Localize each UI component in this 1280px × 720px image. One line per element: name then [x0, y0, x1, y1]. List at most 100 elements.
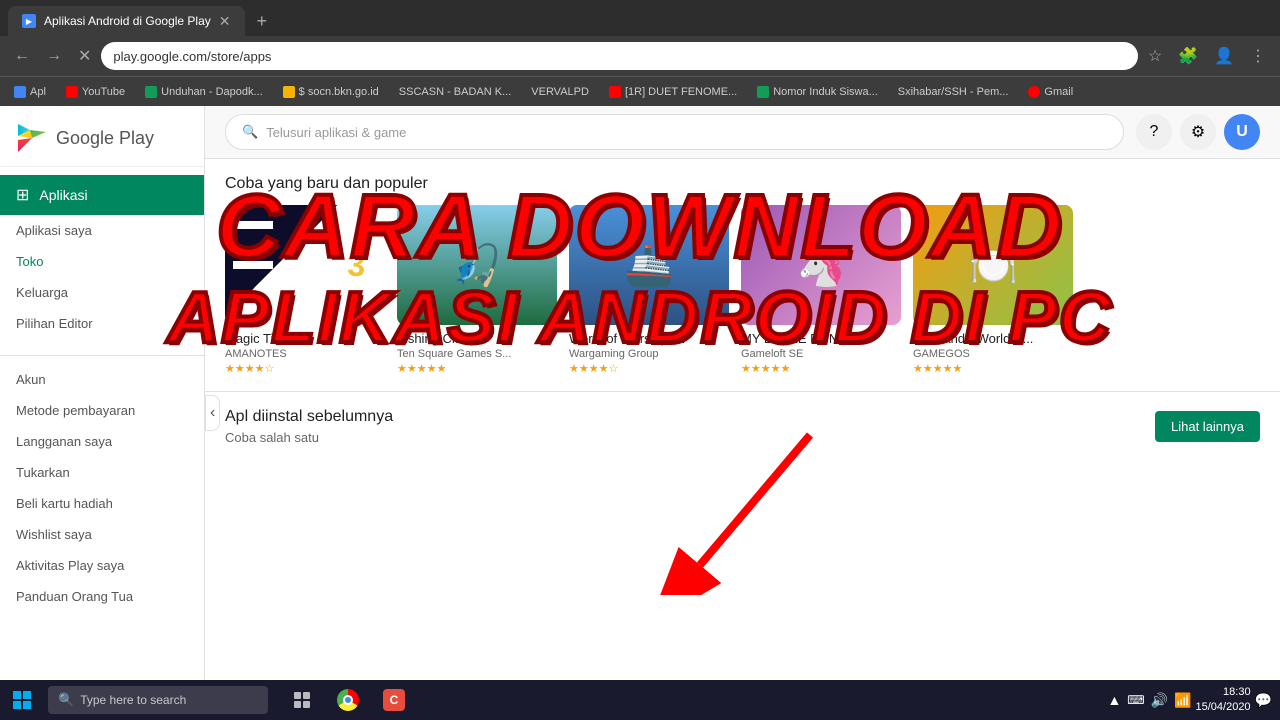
sidebar-toko-label: Toko — [16, 254, 43, 269]
sidebar-beli[interactable]: Beli kartu hadiah — [0, 488, 204, 519]
app-icon-cafeland: 🍽️ — [913, 205, 1073, 325]
app-stars-warships: ★★★★☆ — [569, 362, 729, 375]
extension-icon[interactable]: 🧩 — [1172, 42, 1204, 70]
app-dev-magic: AMANOTES — [225, 348, 385, 360]
header-actions: ? ⚙ U — [1136, 114, 1260, 150]
browser-tab[interactable]: ▶ Aplikasi Android di Google Play ✕ — [8, 6, 245, 36]
sidebar-divider — [0, 355, 204, 356]
apps-row: 3 Magic Tiles 3 AMANOTES ★★★★☆ 🎣 Fishing… — [225, 205, 1260, 375]
sidebar-item-aplikasi[interactable]: ⊞ Aplikasi — [0, 175, 204, 215]
bookmark-sscasn-label: SSCASN - BADAN K... — [399, 86, 511, 98]
help-button[interactable]: ? — [1136, 114, 1172, 150]
speaker-icon: 🔊 — [1151, 692, 1168, 709]
address-text: play.google.com/store/apps — [113, 49, 271, 64]
app-card-magic-tiles[interactable]: 3 Magic Tiles 3 AMANOTES ★★★★☆ — [225, 205, 385, 375]
app3-icon: C — [383, 689, 405, 711]
app-name-pony: MY LITTLE PONY... — [741, 331, 901, 346]
forward-button[interactable]: → — [40, 43, 68, 69]
time-display[interactable]: 18:30 15/04/2020 — [1196, 685, 1251, 716]
bookmark-sscasn[interactable]: SSCASN - BADAN K... — [393, 84, 517, 100]
sidebar-item-label: Aplikasi saya — [16, 223, 92, 238]
bookmark-favicon-u — [145, 86, 157, 98]
app-card-pony[interactable]: 🦄 MY LITTLE PONY... Gameloft SE ★★★★★ — [741, 205, 901, 375]
network-icon: ▲ — [1107, 692, 1121, 708]
reload-button[interactable]: ✕ — [72, 42, 97, 70]
bookmark-gmail[interactable]: Gmail — [1022, 84, 1079, 100]
sidebar-akun[interactable]: Akun — [0, 364, 204, 395]
previously-section: Apl diinstal sebelumnya Coba salah satu … — [205, 391, 1280, 461]
taskbar-search-icon: 🔍 — [58, 692, 74, 708]
notification-icon[interactable]: 💬 — [1255, 692, 1272, 709]
previously-sub: Coba salah satu — [225, 430, 393, 445]
tab-bar: ▶ Aplikasi Android di Google Play ✕ + — [0, 0, 1280, 36]
sidebar-item-toko[interactable]: Toko — [0, 246, 204, 277]
menu-icon[interactable]: ⋮ — [1244, 42, 1272, 70]
settings-button[interactable]: ⚙ — [1180, 114, 1216, 150]
bookmark-nomor-label: Nomor Induk Siswa... — [773, 86, 878, 98]
date-text: 15/04/2020 — [1196, 700, 1251, 715]
taskbar-app3[interactable]: C — [372, 680, 416, 720]
bookmark-yt-label: YouTube — [82, 86, 125, 98]
bookmark-unduhan[interactable]: Unduhan - Dapodk... — [139, 84, 269, 100]
sidebar-item-aplikasi-saya[interactable]: Aplikasi saya — [0, 215, 204, 246]
tab-close-button[interactable]: ✕ — [219, 13, 231, 30]
google-play-logo — [16, 122, 48, 154]
bookmark-ssh-label: Sxihabar/SSH - Pem... — [898, 86, 1009, 98]
bookmark-duet[interactable]: [1R] DUET FENOME... — [603, 84, 743, 100]
bookmark-icon[interactable]: ☆ — [1142, 42, 1168, 70]
taskbar-task-view[interactable] — [280, 680, 324, 720]
sidebar-account-section: Akun Metode pembayaran Langganan saya Tu… — [0, 364, 204, 612]
previously-title: Apl diinstal sebelumnya — [225, 408, 393, 426]
new-tab-button[interactable]: + — [249, 7, 276, 36]
sidebar-expand-button[interactable]: ‹ — [205, 395, 220, 431]
bookmark-label: Apl — [30, 86, 46, 98]
bookmark-ssh[interactable]: Sxihabar/SSH - Pem... — [892, 84, 1015, 100]
bookmark-verval-label: VERVALPD — [531, 86, 589, 98]
start-button[interactable] — [0, 680, 44, 720]
address-bar[interactable]: play.google.com/store/apps — [101, 42, 1137, 70]
sidebar-wishlist[interactable]: Wishlist saya — [0, 519, 204, 550]
bookmark-b-label: $ socn.bkn.go.id — [299, 86, 379, 98]
bookmark-bkn[interactable]: $ socn.bkn.go.id — [277, 84, 385, 100]
bookmark-youtube[interactable]: YouTube — [60, 84, 131, 100]
bookmark-favicon-n — [757, 86, 769, 98]
app-card-fishing[interactable]: 🎣 Fishing Clash Ten Square Games S... ★★… — [397, 205, 557, 375]
gplay-header: 🔍 Telusuri aplikasi & game ? ⚙ U — [205, 106, 1280, 159]
bookmark-u-label: Unduhan - Dapodk... — [161, 86, 263, 98]
app-icon-magic: 3 — [225, 205, 385, 325]
app-stars-fishing: ★★★★★ — [397, 362, 557, 375]
back-button[interactable]: ← — [8, 43, 36, 69]
sidebar-panduan[interactable]: Panduan Orang Tua — [0, 581, 204, 612]
bookmarks-bar: Apl YouTube Unduhan - Dapodk... $ socn.b… — [0, 76, 1280, 106]
sidebar: Google Play ⊞ Aplikasi Aplikasi saya Tok… — [0, 106, 205, 720]
lihat-button[interactable]: Lihat lainnya — [1155, 411, 1260, 442]
bookmark-apl[interactable]: Apl — [8, 84, 52, 100]
sidebar-langganan[interactable]: Langganan saya — [0, 426, 204, 457]
bookmark-nomor[interactable]: Nomor Induk Siswa... — [751, 84, 884, 100]
sidebar-tukarkan[interactable]: Tukarkan — [0, 457, 204, 488]
app-stars-cafeland: ★★★★★ — [913, 362, 1073, 375]
profile-icon[interactable]: 👤 — [1208, 42, 1240, 70]
tab-label: Aplikasi Android di Google Play — [44, 14, 211, 28]
bookmark-favicon-g — [1028, 86, 1040, 98]
app-card-cafeland[interactable]: 🍽️ Cafeland - World K... GAMEGOS ★★★★★ — [913, 205, 1073, 375]
sidebar-item-keluarga[interactable]: Keluarga — [0, 277, 204, 308]
app-name-magic: Magic Tiles 3 — [225, 331, 385, 346]
app-card-warships[interactable]: 🚢 World of Warships... Wargaming Group ★… — [569, 205, 729, 375]
taskbar-chrome[interactable] — [326, 680, 370, 720]
sidebar-brand-label: Google Play — [56, 128, 154, 149]
taskbar-search[interactable]: 🔍 Type here to search — [48, 686, 268, 714]
bookmark-favicon-d — [609, 86, 621, 98]
chrome-icon — [337, 689, 359, 711]
app-dev-pony: Gameloft SE — [741, 348, 901, 360]
taskbar-search-label: Type here to search — [80, 693, 186, 707]
account-avatar[interactable]: U — [1224, 114, 1260, 150]
network-wifi-icon: 📶 — [1174, 692, 1191, 709]
bookmark-verval[interactable]: VERVALPD — [525, 84, 595, 100]
browser-frame: ▶ Aplikasi Android di Google Play ✕ + ← … — [0, 0, 1280, 720]
sidebar-aktivitas[interactable]: Aktivitas Play saya — [0, 550, 204, 581]
sidebar-metode[interactable]: Metode pembayaran — [0, 395, 204, 426]
app-stars-pony: ★★★★★ — [741, 362, 901, 375]
search-input[interactable]: 🔍 Telusuri aplikasi & game — [225, 114, 1124, 150]
sidebar-item-pilihan[interactable]: Pilihan Editor — [0, 308, 204, 339]
